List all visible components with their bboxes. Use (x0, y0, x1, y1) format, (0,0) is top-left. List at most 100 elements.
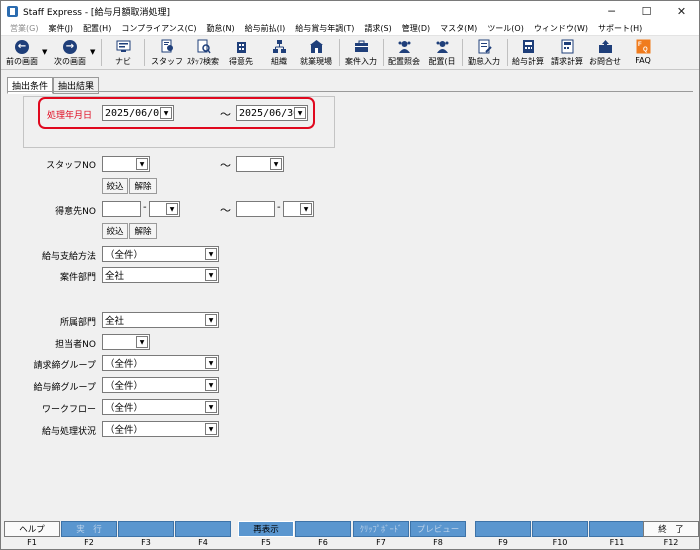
fkey-f7[interactable]: ｸﾘｯﾌﾟﾎﾞｰﾄﾞ F7 (353, 521, 409, 550)
chevron-down-icon[interactable]: ▼ (205, 423, 217, 435)
process-date-from-combo[interactable]: 2025/06/01 ▼ (102, 105, 174, 121)
chevron-down-icon[interactable]: ▼ (166, 203, 178, 215)
close-button[interactable]: ✕ (664, 1, 699, 21)
client-no-from-field[interactable] (102, 201, 141, 217)
fkey-f11[interactable]: F11 (589, 521, 645, 550)
chevron-down-icon[interactable]: ▼ (205, 401, 217, 413)
f9-button[interactable] (475, 521, 531, 537)
client-no-to-field[interactable] (236, 201, 275, 217)
client-narrow-button[interactable]: 絞込 (102, 223, 128, 239)
contact-button[interactable]: お問合せ (586, 38, 624, 68)
fkey-f12[interactable]: 終 了 F12 (643, 521, 699, 550)
chevron-down-icon[interactable]: ▼ (136, 336, 148, 348)
staff-search-icon (195, 39, 211, 54)
preview-button[interactable]: プレビュー (410, 521, 466, 537)
pay-method-combo[interactable]: （全件） ▼ (102, 246, 219, 262)
faq-button[interactable]: FQ FAQ (629, 38, 657, 68)
menu-billing[interactable]: 請求(S) (359, 23, 396, 34)
minimize-button[interactable]: ─ (594, 1, 629, 21)
menu-master[interactable]: マスタ(M) (435, 23, 482, 34)
worksite-icon (308, 39, 324, 54)
dept-combo[interactable]: 全社 ▼ (102, 312, 219, 328)
chevron-down-icon[interactable]: ▼ (205, 248, 217, 260)
fkey-f1[interactable]: ヘルプ F1 (4, 521, 60, 550)
chevron-down-icon[interactable]: ▼ (136, 158, 148, 170)
person-no-combo[interactable]: ▼ (102, 334, 150, 350)
menu-job[interactable]: 案件(J) (43, 23, 78, 34)
menu-payroll[interactable]: 給与賞与年調(T) (290, 23, 359, 34)
toolbar-divider (383, 39, 384, 66)
f3-button[interactable] (118, 521, 174, 537)
staff-clear-button[interactable]: 解除 (129, 178, 157, 194)
menu-window[interactable]: ウィンドウ(W) (529, 23, 593, 34)
menu-sales[interactable]: 営業(G) (5, 23, 43, 34)
fkey-f3[interactable]: F3 (118, 521, 174, 550)
fkey-label: F3 (141, 538, 151, 547)
pay-status-combo[interactable]: （全件） ▼ (102, 421, 219, 437)
client-button[interactable]: 得意先 (227, 38, 255, 68)
menu-assignment[interactable]: 配置(H) (78, 23, 116, 34)
maximize-button[interactable]: ☐ (629, 1, 664, 21)
menu-tools[interactable]: ツール(O) (482, 23, 529, 34)
job-dept-combo[interactable]: 全社 ▼ (102, 267, 219, 283)
process-date-to-combo[interactable]: 2025/06/30 ▼ (236, 105, 308, 121)
fkey-f2[interactable]: 実 行 F2 (61, 521, 117, 550)
staff-no-to-combo[interactable]: ▼ (236, 156, 284, 172)
f4-button[interactable] (175, 521, 231, 537)
billing-button[interactable]: 請求計算 (548, 38, 586, 68)
menu-attendance[interactable]: 勤怠(N) (201, 23, 239, 34)
forward-button[interactable]: → 次の画面 (52, 38, 88, 68)
chevron-down-icon[interactable]: ▼ (294, 107, 306, 119)
range-tilde: ～ (220, 108, 231, 121)
f10-button[interactable] (532, 521, 588, 537)
f6-button[interactable] (295, 521, 351, 537)
clipboard-button[interactable]: ｸﾘｯﾌﾟﾎﾞｰﾄﾞ (353, 521, 409, 537)
workflow-combo[interactable]: （全件） ▼ (102, 399, 219, 415)
fkey-f8[interactable]: プレビュー F8 (410, 521, 466, 550)
execute-button[interactable]: 実 行 (61, 521, 117, 537)
pay-group-value: （全件） (105, 381, 144, 392)
billing-group-combo[interactable]: （全件） ▼ (102, 355, 219, 371)
assignment-day-button[interactable]: 配置(日 (424, 38, 460, 68)
fkey-f4[interactable]: F4 (175, 521, 231, 550)
pay-group-combo[interactable]: （全件） ▼ (102, 377, 219, 393)
worksite-button[interactable]: 就業現場 (298, 38, 334, 68)
fkey-f10[interactable]: F10 (532, 521, 588, 550)
chevron-down-icon[interactable]: ▼ (205, 269, 217, 281)
payroll-icon (520, 39, 536, 54)
payroll-button[interactable]: 給与計算 (509, 38, 547, 68)
job-entry-button[interactable]: 案件入力 (343, 38, 379, 68)
back-button[interactable]: ← 前の画面 (4, 38, 40, 68)
chevron-down-icon[interactable]: ▼ (205, 314, 217, 326)
chevron-down-icon[interactable]: ▼ (205, 379, 217, 391)
staff-search-button[interactable]: ｽﾀｯﾌ検索 (185, 38, 221, 68)
chevron-down-icon[interactable]: ▼ (300, 203, 312, 215)
assignment-inquiry-button[interactable]: 配置照会 (386, 38, 422, 68)
client-no-to-branch-combo[interactable]: ▼ (283, 201, 314, 217)
menu-advance-pay[interactable]: 給与前払(I) (240, 23, 291, 34)
organization-button[interactable]: 組織 (265, 38, 293, 68)
staff-no-from-combo[interactable]: ▼ (102, 156, 150, 172)
menu-compliance[interactable]: コンプライアンス(C) (116, 23, 201, 34)
chevron-down-icon[interactable]: ▼ (160, 107, 172, 119)
fkey-f5[interactable]: 再表示 F5 (238, 521, 294, 550)
f11-button[interactable] (589, 521, 645, 537)
staff-button[interactable]: スタッフ (151, 38, 183, 68)
refresh-button[interactable]: 再表示 (238, 521, 294, 537)
attendance-button[interactable]: 勤怠入力 (466, 38, 502, 68)
help-button[interactable]: ヘルプ (4, 521, 60, 537)
fkey-f6[interactable]: F6 (295, 521, 351, 550)
exit-button[interactable]: 終 了 (643, 521, 699, 537)
staff-narrow-button[interactable]: 絞込 (102, 178, 128, 194)
chevron-down-icon[interactable]: ▼ (205, 357, 217, 369)
back-dropdown-icon[interactable]: ▼ (42, 48, 47, 56)
menu-support[interactable]: サポート(H) (593, 23, 647, 34)
fkey-f9[interactable]: F9 (475, 521, 531, 550)
chevron-down-icon[interactable]: ▼ (270, 158, 282, 170)
forward-dropdown-icon[interactable]: ▼ (90, 48, 95, 56)
client-no-from-branch-combo[interactable]: ▼ (149, 201, 180, 217)
navi-button[interactable]: ナビ (109, 38, 137, 68)
menu-admin[interactable]: 管理(D) (397, 23, 435, 34)
app-logo-icon (7, 5, 18, 17)
client-clear-button[interactable]: 解除 (129, 223, 157, 239)
